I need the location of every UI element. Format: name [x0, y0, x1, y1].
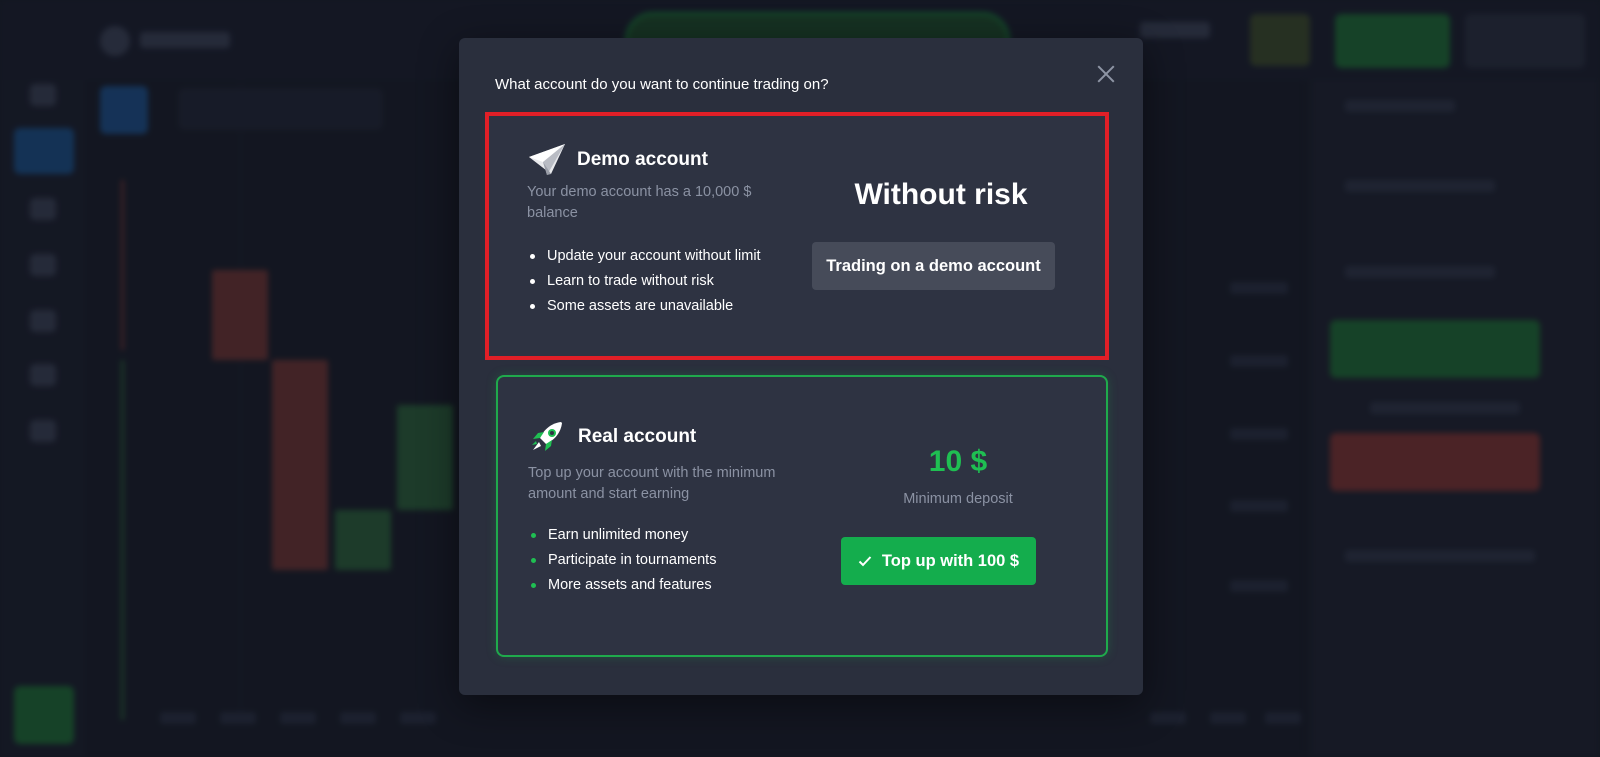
- demo-features-list: Update your account without limit Learn …: [527, 244, 761, 319]
- demo-headline: Without risk: [854, 178, 1028, 211]
- minimum-deposit-value: 10 $: [928, 445, 988, 478]
- real-card-description: Top up your account with the minimum amo…: [528, 465, 776, 502]
- real-features-list: Earn unlimited money Participate in tour…: [528, 523, 716, 598]
- top-up-button-label: Top up with 100 $: [881, 551, 1020, 570]
- list-item: Earn unlimited money: [528, 523, 716, 548]
- demo-card-description: Your demo account has a 10,000 $ balance: [527, 184, 752, 221]
- list-item: Participate in tournaments: [528, 548, 716, 573]
- paper-plane-icon: [529, 144, 565, 175]
- demo-account-card[interactable]: Demo account Your demo account has a 10,…: [485, 112, 1109, 360]
- checkmark-icon: [858, 556, 872, 567]
- minimum-deposit-label: Minimum deposit: [903, 491, 1013, 507]
- demo-card-header: Demo account: [527, 142, 708, 178]
- list-item: More assets and features: [528, 573, 716, 598]
- trade-demo-button[interactable]: Trading on a demo account: [812, 242, 1055, 290]
- modal-title: What account do you want to continue tra…: [495, 76, 829, 93]
- top-up-button[interactable]: Top up with 100 $: [841, 537, 1036, 585]
- real-card-title: Real account: [578, 426, 697, 447]
- list-item: Update your account without limit: [527, 244, 761, 269]
- list-item: Learn to trade without risk: [527, 269, 761, 294]
- close-icon[interactable]: [1095, 63, 1117, 85]
- account-select-modal: What account do you want to continue tra…: [459, 38, 1143, 695]
- demo-card-title: Demo account: [577, 149, 708, 170]
- real-account-card[interactable]: Real account Top up your account with th…: [496, 375, 1108, 657]
- list-item: Some assets are unavailable: [527, 294, 761, 319]
- rocket-icon: [532, 422, 562, 451]
- real-card-header: Real account: [528, 419, 696, 455]
